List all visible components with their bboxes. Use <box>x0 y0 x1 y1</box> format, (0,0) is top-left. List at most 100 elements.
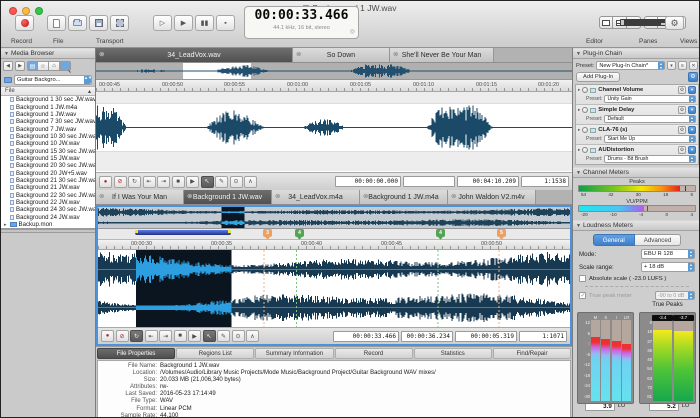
status-field[interactable]: 00:00:36.234 <box>401 330 453 342</box>
plugin-settings-icon[interactable]: ⚙ <box>678 146 686 154</box>
search-button[interactable] <box>60 61 71 71</box>
play-button[interactable]: ▶ <box>174 15 193 31</box>
file-list-item[interactable]: Backup.mon <box>1 221 95 228</box>
channel-meters-header[interactable]: ▼ Channel Meters <box>573 167 699 178</box>
forward-button[interactable]: ▶ <box>15 61 25 71</box>
close-tab-icon[interactable]: ⊗ <box>99 193 104 200</box>
play-button[interactable]: ▶ <box>188 330 201 342</box>
marker-flag[interactable]: 5 <box>497 229 506 237</box>
true-peak-range-dropdown[interactable]: -90 to 0 dB <box>655 291 695 300</box>
file-list-item[interactable]: Background 22 JW.wav <box>1 199 95 206</box>
loop-button[interactable]: ↻ <box>128 175 141 188</box>
close-tab-icon[interactable]: ⊗ <box>451 193 456 200</box>
plugin-power-icon[interactable] <box>582 87 589 93</box>
media-browser-header[interactable]: ▼ Media Browser <box>1 48 95 59</box>
status-field[interactable]: 00:00:00.000 <box>335 176 401 187</box>
plugin-menu-icon[interactable]: ▾ <box>688 86 696 94</box>
document-tab[interactable]: ⊗ If I Was Your Man <box>96 190 184 204</box>
close-tab-icon[interactable]: ⊗ <box>99 51 104 58</box>
true-peak-checkbox[interactable] <box>579 292 586 299</box>
loudness-tab[interactable]: General <box>592 234 635 246</box>
plugin-power-icon[interactable] <box>582 127 589 133</box>
file-list-item[interactable]: Background 24 30 sec JW.wav <box>1 206 95 213</box>
save-file-button[interactable] <box>89 15 108 31</box>
document-tab[interactable]: ⊗ Background 1 JW.m4a <box>360 190 448 204</box>
info-tab[interactable]: Statistics <box>413 348 492 359</box>
plugin-item[interactable]: ▸ CLA-76 (s) ⚙ ▾ Preset: Start Me Up <box>576 125 698 145</box>
stop-button[interactable]: ■ <box>173 330 187 342</box>
plugin-item[interactable]: ▸ Channel Volume ⚙ ▾ Preset: Unity Gain <box>576 85 698 105</box>
plugin-menu-icon[interactable]: ▾ <box>688 146 696 154</box>
record-button[interactable]: ● <box>99 175 112 188</box>
event-tool-button[interactable]: ⊙ <box>229 175 243 188</box>
status-field[interactable]: 1:1538 <box>521 176 569 187</box>
plugin-menu-icon[interactable]: ▾ <box>688 126 696 134</box>
file-list-item[interactable]: Background 20 JW+5.wav <box>1 169 95 177</box>
plugin-disclosure-icon[interactable]: ▸ <box>578 127 580 133</box>
list-view-button[interactable]: ▤ <box>27 61 38 71</box>
chain-settings-button[interactable]: ⚙ <box>688 72 698 82</box>
status-field[interactable]: 00:00:05.319 <box>455 330 517 342</box>
pause-button[interactable]: ▮▮ <box>195 15 214 31</box>
mode-dropdown[interactable]: EBU R 128 <box>641 249 695 259</box>
toggle-left-pane-button[interactable] <box>620 16 682 29</box>
marker-flag[interactable]: 4 <box>436 229 445 237</box>
envelope-tool-button[interactable]: ∧ <box>244 175 257 188</box>
time-display-settings-icon[interactable]: ◎ <box>350 29 355 35</box>
info-tab[interactable]: Record <box>334 348 413 359</box>
file-list-item[interactable]: Background 21 JW.wav <box>1 184 95 191</box>
plugin-item[interactable]: ▸ Simple Delay ⚙ ▾ Preset: Default <box>576 105 698 125</box>
new-file-button[interactable] <box>47 15 66 31</box>
close-tab-icon[interactable]: ⊗ <box>363 193 368 200</box>
plugin-preset-dropdown[interactable]: Start Me Up <box>604 134 696 143</box>
go-to-end-button[interactable]: ⇥ <box>159 330 172 342</box>
arrow-tool-button[interactable]: ↖ <box>202 330 216 342</box>
close-tab-icon[interactable]: ⊗ <box>296 51 301 58</box>
file-column-header[interactable]: File ▴ <box>1 86 95 96</box>
upper-overview-strip[interactable] <box>96 63 572 80</box>
plugin-preset-dropdown[interactable]: Unity Gain <box>604 94 696 103</box>
document-tab[interactable]: ⊗ Background 1 JW.wav <box>184 190 272 204</box>
save-as-file-button[interactable] <box>110 15 129 31</box>
marker-bar[interactable]: 3 4 4 5 <box>98 229 570 240</box>
plugin-settings-icon[interactable]: ⚙ <box>678 86 686 94</box>
chain-preset-dropdown[interactable]: New Plug-In Chain* <box>596 61 665 70</box>
record-button[interactable]: ● <box>101 330 114 342</box>
scale-range-dropdown[interactable]: + 18 dB <box>641 262 695 272</box>
plugin-preset-dropdown[interactable]: Drums - Bit Brush <box>604 154 696 163</box>
close-tab-icon[interactable]: ⊗ <box>187 193 192 200</box>
views-gear-button[interactable]: ⚙ <box>665 16 684 30</box>
go-to-start-button[interactable]: ⇤ <box>144 330 158 342</box>
envelope-tool-button[interactable]: ∧ <box>246 330 259 342</box>
plugin-disclosure-icon[interactable]: ▸ <box>578 87 580 93</box>
play-button[interactable]: ▶ <box>186 175 199 188</box>
file-list-item[interactable]: Background 24 JW.wav <box>1 214 95 221</box>
plugin-settings-icon[interactable]: ⚙ <box>678 106 686 114</box>
loudness-meters-header[interactable]: ▼ Loudness Meters <box>573 220 699 231</box>
info-tab[interactable]: Summary Information <box>255 348 334 359</box>
go-to-end-button[interactable]: ⇥ <box>157 175 170 188</box>
play-from-start-button[interactable]: ▷ <box>153 15 172 31</box>
go-to-start-button[interactable]: ⇤ <box>142 175 156 188</box>
plugin-power-icon[interactable] <box>582 147 589 153</box>
plugin-menu-icon[interactable]: ▾ <box>688 106 696 114</box>
file-list-item[interactable]: Background 1 JW.wav <box>1 111 95 118</box>
plugin-item[interactable]: ▸ AUDistortion ⚙ ▾ Preset: Drums - Bit B… <box>576 145 698 164</box>
marker-flag[interactable]: 3 <box>263 229 272 237</box>
document-tab[interactable]: ⊗ So Down <box>293 48 390 62</box>
file-list-item[interactable]: Background 1 JW.m4a <box>1 103 95 111</box>
file-list-item[interactable]: Background 10 JW.wav <box>1 140 95 147</box>
record-button[interactable] <box>15 15 34 31</box>
file-list-item[interactable]: Background 7 JW.wav <box>1 125 95 133</box>
plugin-disclosure-icon[interactable]: ▸ <box>578 107 580 113</box>
status-field[interactable]: 00:00:33.466 <box>333 330 399 342</box>
lower-waveform-panel[interactable] <box>98 250 570 327</box>
arrow-tool-button[interactable]: ↖ <box>200 175 214 188</box>
open-file-button[interactable] <box>68 15 87 31</box>
file-list-item[interactable]: Background 15 30 sec JW.wav <box>1 147 95 155</box>
manage-preset-button[interactable]: ≡ <box>678 61 687 70</box>
stop-button[interactable]: ■ <box>171 175 185 188</box>
plugin-disclosure-icon[interactable]: ▸ <box>578 147 580 153</box>
home-button[interactable]: ⌂ <box>49 61 60 71</box>
record-arm-button[interactable]: ⊘ <box>115 330 129 342</box>
